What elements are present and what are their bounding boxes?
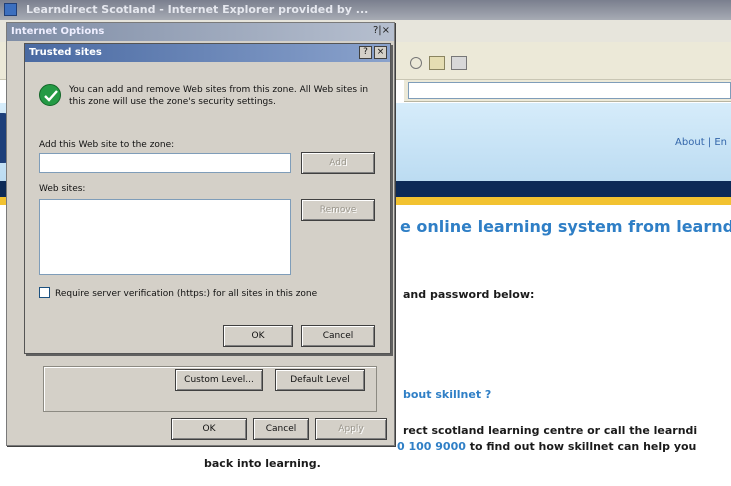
internet-options-title: Internet Options: [11, 26, 105, 37]
ie-logo-icon: [4, 3, 17, 16]
contact-text-2-rest: to find out how skillnet can help you: [465, 440, 697, 453]
cancel-button[interactable]: Cancel: [253, 418, 309, 440]
mail-icon[interactable]: [428, 56, 445, 70]
trusted-sites-title-bar: Trusted sites ? ×: [25, 44, 390, 62]
ie-title-bar: Learndirect Scotland - Internet Explorer…: [0, 0, 731, 20]
checkmark-shield-icon: [39, 84, 61, 106]
ie-toolbar-icons: [410, 56, 470, 70]
require-https-label: Require server verification (https:) for…: [55, 289, 318, 299]
page-nav-links[interactable]: About | En: [675, 137, 727, 148]
ok-button[interactable]: OK: [171, 418, 247, 440]
websites-label: Web sites:: [39, 184, 86, 194]
about-skillnet-link[interactable]: bout skillnet ?: [403, 388, 491, 401]
trusted-ok-button[interactable]: OK: [223, 325, 293, 347]
add-button[interactable]: Add: [301, 152, 375, 174]
help-button[interactable]: ?: [359, 46, 372, 59]
contact-text: rect scotland learning centre or call th…: [403, 424, 698, 437]
websites-list[interactable]: [39, 199, 291, 275]
close-button[interactable]: ×: [374, 46, 387, 59]
remove-button[interactable]: Remove: [301, 199, 375, 221]
trusted-sites-title: Trusted sites: [29, 47, 102, 58]
add-site-input[interactable]: [39, 153, 291, 173]
back-into-learning-text: back into learning.: [204, 457, 321, 470]
add-site-label: Add this Web site to the zone:: [39, 140, 175, 150]
custom-level-button[interactable]: Custom Level...: [175, 369, 263, 391]
internet-options-title-buttons[interactable]: ?|×: [373, 25, 390, 36]
checkmark-icon: [44, 90, 58, 102]
apply-button[interactable]: Apply: [315, 418, 387, 440]
address-input[interactable]: [408, 82, 731, 99]
require-https-checkbox[interactable]: [39, 287, 50, 298]
internet-options-title-bar: Internet Options ?|×: [7, 23, 394, 41]
page-headline: e online learning system from learndire: [400, 217, 731, 236]
phone-number: 0 100 9000: [397, 440, 466, 453]
ie-window-title: Learndirect Scotland - Internet Explorer…: [26, 3, 369, 16]
login-instructions: and password below:: [403, 288, 535, 301]
trusted-cancel-button[interactable]: Cancel: [301, 325, 375, 347]
print-icon[interactable]: [451, 56, 467, 70]
default-level-button[interactable]: Default Level: [275, 369, 365, 391]
history-icon[interactable]: [410, 57, 422, 69]
zone-info-text: You can add and remove Web sites from th…: [69, 85, 369, 107]
contact-text-2: 0 100 9000 to find out how skillnet can …: [397, 440, 696, 453]
require-https-option[interactable]: Require server verification (https:) for…: [39, 287, 317, 299]
address-bar: [404, 80, 731, 102]
trusted-sites-dialog: Trusted sites ? × You can add and remove…: [24, 43, 391, 354]
